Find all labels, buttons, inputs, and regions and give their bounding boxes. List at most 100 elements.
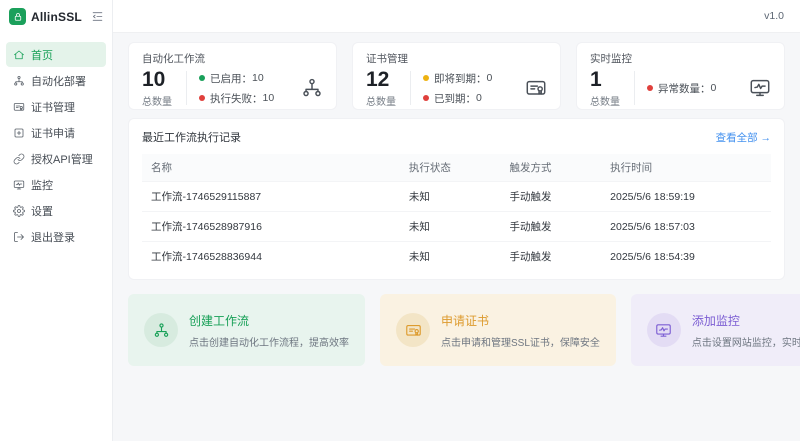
sidebar-menu: 首页 自动化部署 证书管理 证书申请 授权API管理 监控 bbox=[0, 33, 112, 258]
metric-value: 10 bbox=[252, 72, 264, 84]
metric-value: 0 bbox=[711, 82, 717, 94]
stat-card-workflows: 自动化工作流 10 总数量 已启用： 10 bbox=[128, 42, 337, 110]
sidebar-item-label: 监控 bbox=[31, 177, 53, 193]
action-desc: 点击设置网站监控，实时掌握运行状态 bbox=[692, 334, 800, 349]
sidebar-item-label: 证书申请 bbox=[31, 125, 75, 141]
sidebar-item-label: 退出登录 bbox=[31, 229, 75, 245]
table-row: 工作流-1746528836944 未知 手动触发 2025/5/6 18:54… bbox=[142, 242, 771, 272]
sidebar-item-label: 首页 bbox=[31, 47, 53, 63]
column-header-status: 执行状态 bbox=[400, 154, 501, 182]
actions-row: 创建工作流 点击创建自动化工作流程，提高效率 申请证书 点击申请和管理SSL证书… bbox=[128, 294, 785, 366]
sidebar-item-cert-apply[interactable]: 证书申请 bbox=[6, 120, 106, 145]
sidebar-item-label: 授权API管理 bbox=[31, 151, 93, 167]
divider bbox=[410, 71, 411, 105]
cell-time: 2025/5/6 18:57:03 bbox=[601, 212, 771, 242]
cell-status: 未知 bbox=[400, 182, 501, 212]
divider bbox=[186, 71, 187, 105]
version-label: v1.0 bbox=[764, 10, 784, 22]
metric-label: 已启用： bbox=[210, 71, 252, 86]
status-dot bbox=[199, 95, 205, 101]
sidebar-item-monitor[interactable]: 监控 bbox=[6, 172, 106, 197]
stats-row: 自动化工作流 10 总数量 已启用： 10 bbox=[128, 42, 785, 110]
cell-trigger: 手动触发 bbox=[501, 212, 602, 242]
cell-name: 工作流-1746529115887 bbox=[142, 182, 400, 212]
stat-card-certificates: 证书管理 12 总数量 即将到期： 0 bbox=[352, 42, 561, 110]
action-add-monitoring[interactable]: 添加监控 点击设置网站监控，实时掌握运行状态 bbox=[631, 294, 800, 366]
stat-title: 证书管理 bbox=[366, 51, 547, 66]
status-dot bbox=[647, 85, 653, 91]
cell-trigger: 手动触发 bbox=[501, 242, 602, 272]
home-icon bbox=[13, 49, 25, 61]
metric-label: 执行失败： bbox=[210, 91, 263, 106]
monitor-icon bbox=[647, 313, 681, 347]
sidebar: AllinSSL 首页 自动化部署 证书管理 证书申请 授权API管理 bbox=[0, 0, 113, 441]
sidebar-item-home[interactable]: 首页 bbox=[6, 42, 106, 67]
metric-label: 即将到期： bbox=[434, 71, 487, 86]
stat-total-value: 10 bbox=[142, 68, 184, 92]
stat-title: 自动化工作流 bbox=[142, 51, 323, 66]
metric-value: 10 bbox=[263, 92, 275, 104]
app-window: AllinSSL 首页 自动化部署 证书管理 证书申请 授权API管理 bbox=[0, 0, 800, 441]
cell-trigger: 手动触发 bbox=[501, 182, 602, 212]
table-header-row: 名称 执行状态 触发方式 执行时间 bbox=[142, 154, 771, 182]
certificate-icon bbox=[396, 313, 430, 347]
certificate-icon bbox=[525, 77, 547, 99]
stat-title: 实时监控 bbox=[590, 51, 771, 66]
stat-card-monitoring: 实时监控 1 总数量 异常数量： 0 bbox=[576, 42, 785, 110]
sidebar-item-deploy[interactable]: 自动化部署 bbox=[6, 68, 106, 93]
main-content: 自动化工作流 10 总数量 已启用： 10 bbox=[113, 33, 800, 441]
action-title: 申请证书 bbox=[441, 312, 600, 329]
cell-name: 工作流-1746528836944 bbox=[142, 242, 400, 272]
status-dot bbox=[423, 75, 429, 81]
sidebar-item-label: 自动化部署 bbox=[31, 73, 86, 89]
action-title: 添加监控 bbox=[692, 312, 800, 329]
sidebar-item-settings[interactable]: 设置 bbox=[6, 198, 106, 223]
metric-expired: 已到期： 0 bbox=[423, 91, 492, 106]
stat-total-value: 1 bbox=[590, 68, 632, 92]
logout-icon bbox=[13, 231, 25, 243]
metric-label: 已到期： bbox=[434, 91, 476, 106]
view-all-link[interactable]: 查看全部 → bbox=[716, 130, 771, 145]
status-dot bbox=[199, 75, 205, 81]
status-dot bbox=[423, 95, 429, 101]
logo: AllinSSL bbox=[0, 0, 112, 33]
action-title: 创建工作流 bbox=[189, 312, 349, 329]
metric-value: 0 bbox=[476, 92, 482, 104]
workflow-icon bbox=[13, 75, 25, 87]
menu-fold-icon[interactable] bbox=[91, 10, 104, 23]
sidebar-item-label: 设置 bbox=[31, 203, 53, 219]
cell-name: 工作流-1746528987916 bbox=[142, 212, 400, 242]
sidebar-item-logout[interactable]: 退出登录 bbox=[6, 224, 106, 249]
topbar: v1.0 bbox=[113, 0, 800, 33]
workflow-icon bbox=[144, 313, 178, 347]
stat-total-label: 总数量 bbox=[590, 93, 632, 108]
gear-icon bbox=[13, 205, 25, 217]
sidebar-item-api[interactable]: 授权API管理 bbox=[6, 146, 106, 171]
records-card: 最近工作流执行记录 查看全部 → 名称 执行状态 触发方式 执行时间 工作流-1… bbox=[128, 118, 785, 280]
metric-enabled: 已启用： 10 bbox=[199, 71, 274, 86]
cell-status: 未知 bbox=[400, 242, 501, 272]
divider bbox=[634, 71, 635, 105]
plus-square-icon bbox=[13, 127, 25, 139]
table-row: 工作流-1746529115887 未知 手动触发 2025/5/6 18:59… bbox=[142, 182, 771, 212]
metric-abnormal: 异常数量： 0 bbox=[647, 81, 716, 96]
cell-status: 未知 bbox=[400, 212, 501, 242]
certificate-icon bbox=[13, 101, 25, 113]
monitor-icon bbox=[749, 77, 771, 99]
metric-value: 0 bbox=[487, 72, 493, 84]
app-title: AllinSSL bbox=[31, 10, 82, 24]
column-header-trigger: 触发方式 bbox=[501, 154, 602, 182]
records-table: 名称 执行状态 触发方式 执行时间 工作流-1746529115887 未知 手… bbox=[142, 154, 771, 271]
action-desc: 点击创建自动化工作流程，提高效率 bbox=[189, 334, 349, 349]
table-row: 工作流-1746528987916 未知 手动触发 2025/5/6 18:57… bbox=[142, 212, 771, 242]
monitor-icon bbox=[13, 179, 25, 191]
sidebar-item-cert-manage[interactable]: 证书管理 bbox=[6, 94, 106, 119]
records-title: 最近工作流执行记录 bbox=[142, 129, 241, 145]
stat-total-label: 总数量 bbox=[366, 93, 408, 108]
lock-icon bbox=[9, 8, 26, 25]
action-create-workflow[interactable]: 创建工作流 点击创建自动化工作流程，提高效率 bbox=[128, 294, 365, 366]
action-apply-certificate[interactable]: 申请证书 点击申请和管理SSL证书，保障安全 bbox=[380, 294, 616, 366]
metric-label: 异常数量： bbox=[658, 81, 711, 96]
action-desc: 点击申请和管理SSL证书，保障安全 bbox=[441, 334, 600, 349]
cell-time: 2025/5/6 18:54:39 bbox=[601, 242, 771, 272]
